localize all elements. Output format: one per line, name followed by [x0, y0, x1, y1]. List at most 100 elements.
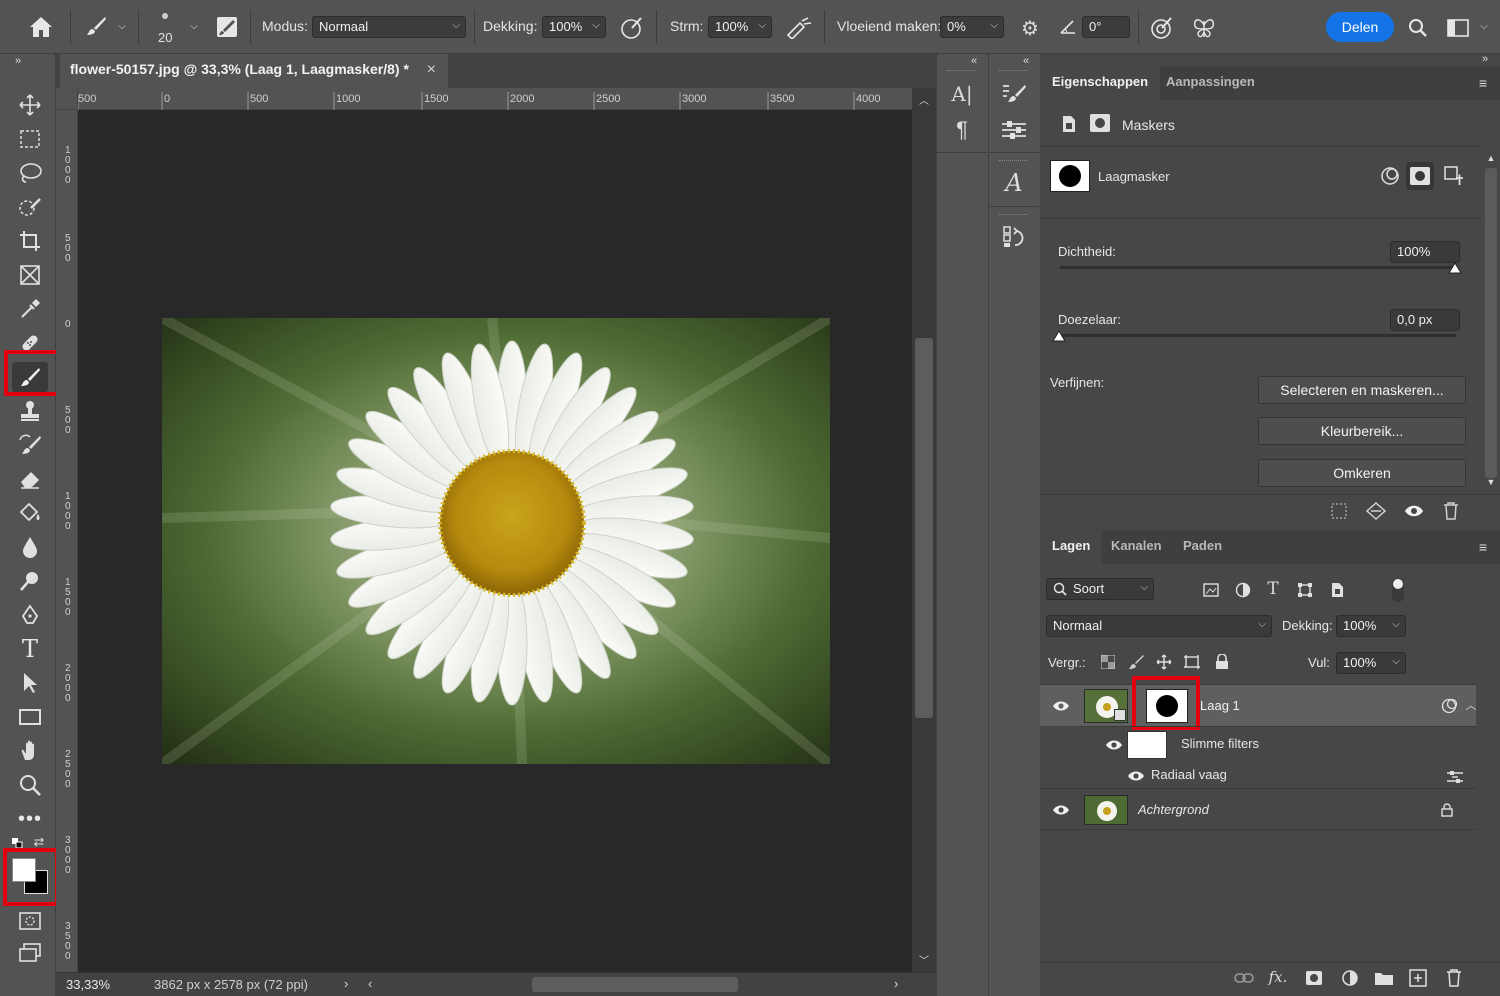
adjustments-sliders-icon[interactable] [999, 116, 1029, 144]
layer-row-achtergrond[interactable]: Achtergrond [1040, 788, 1476, 830]
scroll-up-icon[interactable]: ︿ [916, 92, 932, 107]
brush-preset-icon[interactable] [82, 12, 110, 40]
search-icon[interactable] [1404, 14, 1432, 42]
lock-transparent-icon[interactable] [1098, 652, 1118, 672]
mode-dropdown[interactable]: Normaal ⌵ [312, 16, 466, 38]
chevron-down-icon[interactable]: ⌵ [1476, 18, 1492, 34]
select-mask-icon[interactable] [1442, 164, 1466, 188]
layer-style-fx-icon[interactable]: fx. [1266, 966, 1290, 988]
zoom-tool-icon[interactable] [12, 770, 48, 800]
blur-tool-icon[interactable] [12, 532, 48, 562]
history-brush-tool-icon[interactable] [12, 430, 48, 460]
gear-icon[interactable]: ⚙ [1016, 14, 1044, 42]
history-panel-icon[interactable] [999, 222, 1029, 252]
brush-size-dot-icon[interactable] [158, 10, 172, 22]
blend-mode-dropdown[interactable]: Normaal ⌵ [1046, 615, 1272, 637]
eye-icon[interactable] [1126, 768, 1146, 784]
feather-field[interactable]: 0,0 px [1390, 309, 1460, 331]
marquee-tool-icon[interactable] [12, 124, 48, 154]
character-panel-icon[interactable]: A| [947, 80, 977, 108]
scroll-down-icon[interactable]: ▼ [1484, 476, 1498, 488]
eye-icon[interactable] [1050, 697, 1072, 715]
horizontal-scroll-thumb[interactable] [532, 977, 738, 992]
path-selection-tool-icon[interactable] [12, 668, 48, 698]
tab-channels[interactable]: Kanalen [1099, 530, 1174, 564]
link-layers-icon[interactable] [1232, 968, 1256, 988]
lock-artboard-icon[interactable] [1182, 652, 1202, 672]
layer-thumbnail[interactable] [1084, 795, 1128, 825]
brush-settings-panel-icon[interactable] [999, 80, 1029, 108]
tab-paths[interactable]: Paden [1171, 530, 1234, 564]
lock-position-icon[interactable] [1154, 652, 1174, 672]
rectangle-tool-icon[interactable] [12, 702, 48, 732]
share-button[interactable]: Delen [1326, 12, 1394, 42]
new-group-folder-icon[interactable] [1372, 968, 1396, 988]
collapse-panels-icon[interactable]: « [1017, 54, 1035, 68]
layer-row-laag-1[interactable]: Laag 1 ︿ [1040, 684, 1478, 726]
brush-settings-icon[interactable] [214, 14, 240, 40]
layer-opacity-field[interactable]: 100% ⌵ [1336, 615, 1406, 637]
paragraph-panel-icon[interactable]: ¶ [947, 116, 977, 144]
lasso-tool-icon[interactable] [12, 158, 48, 188]
panel-menu-icon[interactable]: ≡ [1474, 538, 1492, 556]
eraser-tool-icon[interactable] [12, 464, 48, 494]
home-icon[interactable] [24, 12, 58, 42]
eye-icon[interactable] [1050, 801, 1072, 819]
radial-blur-label[interactable]: Radiaal vaag [1151, 767, 1227, 782]
document-tab[interactable]: flower-50157.jpg @ 33,3% (Laag 1, Laagma… [60, 54, 448, 88]
apply-mask-icon[interactable] [1364, 500, 1388, 522]
new-layer-icon[interactable] [1406, 968, 1430, 988]
layer-filter-dropdown[interactable]: Soort ⌵ [1046, 578, 1154, 600]
properties-scroll-thumb[interactable] [1485, 168, 1497, 478]
type-tool-icon[interactable]: T [12, 634, 48, 664]
panel-menu-icon[interactable]: ≡ [1474, 74, 1492, 92]
properties-scrollbar[interactable]: ▲ ▼ [1482, 150, 1500, 492]
lock-icon[interactable] [1438, 801, 1456, 819]
filter-smart-object-icon[interactable] [1326, 580, 1348, 600]
chevron-down-icon[interactable]: ⌵ [114, 18, 130, 34]
hand-tool-icon[interactable] [12, 736, 48, 766]
smart-filters-mask-thumbnail[interactable] [1127, 731, 1167, 759]
tab-layers[interactable]: Lagen [1040, 530, 1103, 564]
filter-adjustment-icon[interactable] [1232, 580, 1254, 600]
invert-button[interactable]: Omkeren [1258, 459, 1466, 487]
eye-icon[interactable] [1402, 500, 1426, 522]
filter-shape-icon[interactable] [1294, 580, 1316, 600]
workspace-icon[interactable] [1444, 14, 1472, 42]
mask-thumbnail[interactable] [1050, 160, 1090, 192]
smoothing-field[interactable]: 0% ⌵ [940, 16, 1004, 38]
angle-field[interactable]: 0° [1082, 16, 1130, 38]
paint-bucket-tool-icon[interactable] [12, 498, 48, 528]
chevron-up-icon[interactable]: ︿ [1464, 697, 1478, 713]
pen-tool-icon[interactable] [12, 600, 48, 630]
close-icon[interactable]: × [427, 61, 436, 79]
delete-layer-icon[interactable] [1442, 968, 1466, 988]
smart-filters-row[interactable]: Slimme filters [1080, 726, 1476, 762]
filter-type-icon[interactable]: T [1262, 578, 1284, 600]
canvas-area[interactable] [78, 110, 912, 972]
eyedropper-tool-icon[interactable] [12, 294, 48, 324]
trash-icon[interactable] [1440, 500, 1462, 522]
screen-mode-icon[interactable] [12, 938, 48, 968]
load-selection-icon[interactable] [1328, 500, 1350, 522]
filter-blending-options-icon[interactable] [1444, 768, 1466, 786]
opacity-field[interactable]: 100% ⌵ [542, 16, 606, 38]
scroll-left-icon[interactable]: ‹ [368, 976, 372, 991]
chevron-down-icon[interactable]: ⌵ [186, 18, 202, 34]
tab-adjustments[interactable]: Aanpassingen [1154, 66, 1267, 100]
density-slider-track[interactable] [1060, 266, 1456, 269]
quick-mask-icon[interactable] [12, 906, 48, 936]
smart-filter-badge-icon[interactable] [1440, 697, 1460, 715]
pressure-opacity-icon[interactable] [618, 14, 646, 42]
density-field[interactable]: 100% [1390, 241, 1460, 263]
vertical-scroll-thumb[interactable] [915, 338, 933, 718]
layer-thumbnail[interactable] [1084, 689, 1128, 723]
move-tool-icon[interactable] [12, 90, 48, 120]
feather-slider-handle[interactable] [1052, 330, 1066, 342]
collapse-panels-icon[interactable]: » [1476, 52, 1494, 66]
tab-properties[interactable]: Eigenschappen [1040, 66, 1161, 100]
symmetry-butterfly-icon[interactable] [1190, 14, 1218, 42]
filter-toggle[interactable] [1392, 578, 1404, 602]
crop-tool-icon[interactable] [12, 226, 48, 256]
flow-field[interactable]: 100% ⌵ [708, 16, 772, 38]
